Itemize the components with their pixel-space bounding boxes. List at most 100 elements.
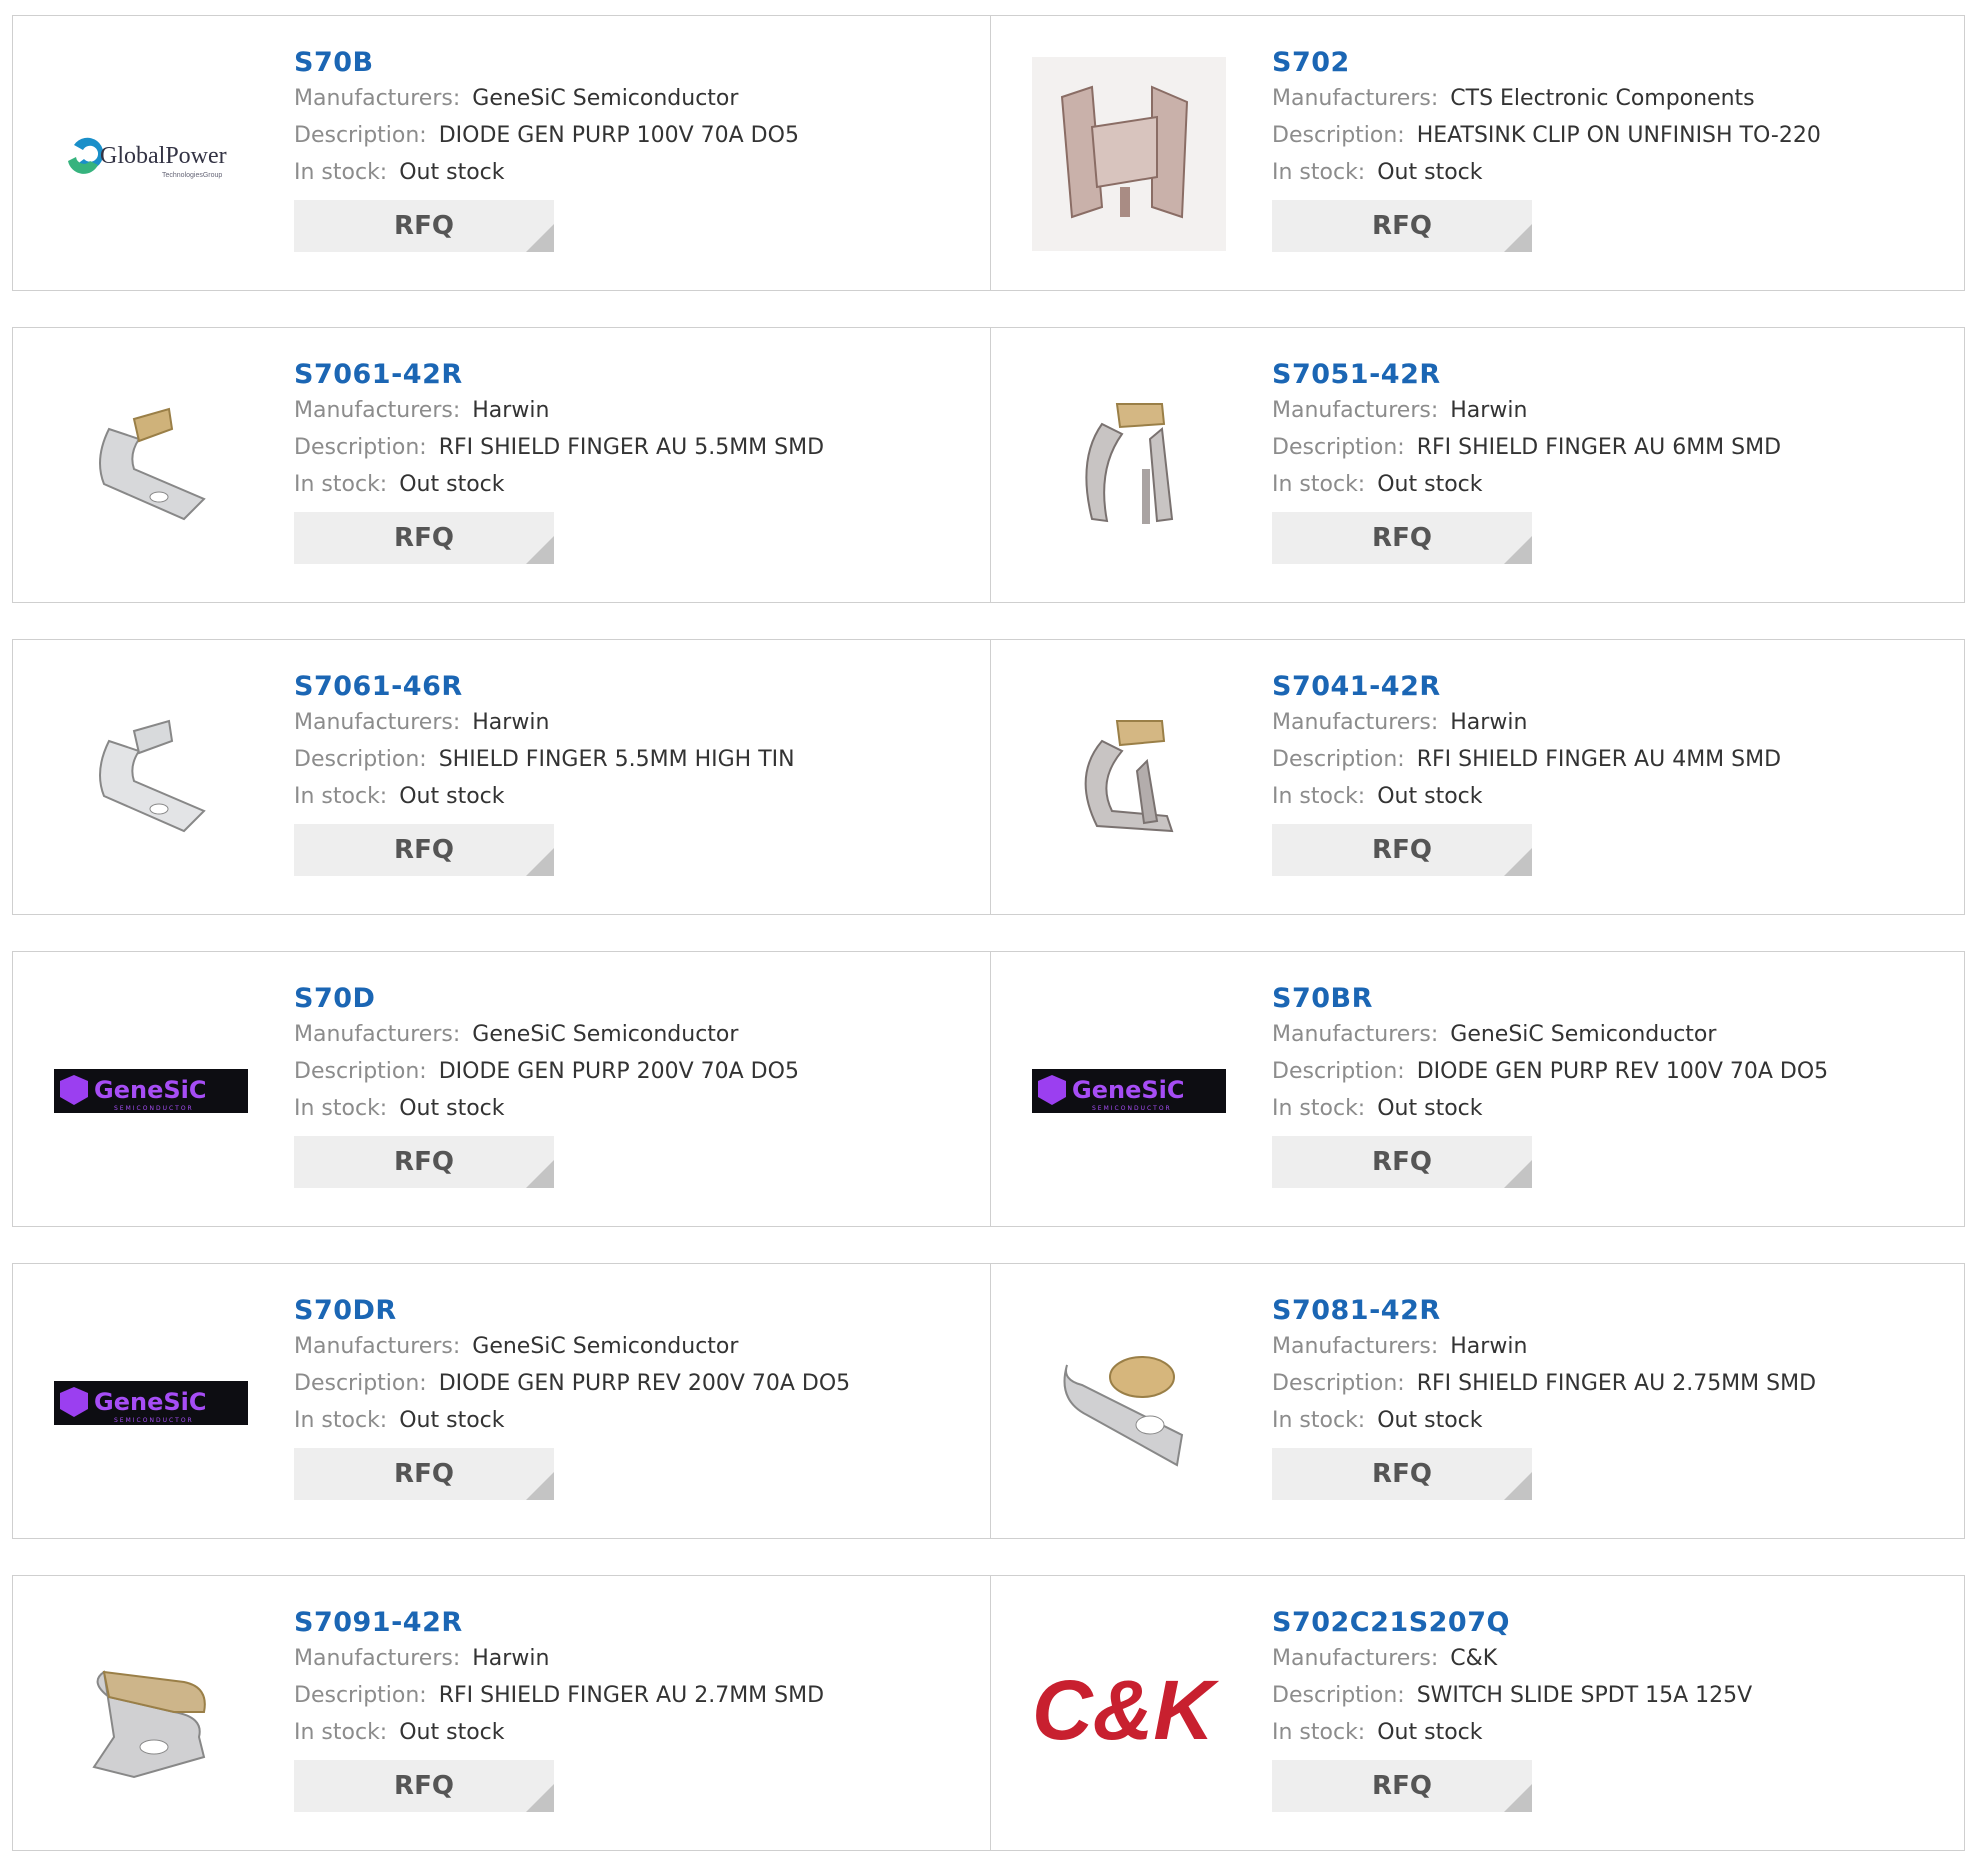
svg-text:GeneSiC: GeneSiC bbox=[94, 1076, 206, 1104]
svg-text:GeneSiC: GeneSiC bbox=[1072, 1076, 1184, 1104]
svg-text:TechnologiesGroup: TechnologiesGroup bbox=[162, 172, 222, 179]
product-card: S7091-42R Manufacturers: Harwin Descripti… bbox=[12, 1575, 991, 1851]
svg-text:SEMICONDUCTOR: SEMICONDUCTOR bbox=[114, 1417, 194, 1424]
description-field: Description: DIODE GEN PURP REV 100V 70A … bbox=[1272, 1059, 1829, 1084]
product-card: S702 Manufacturers: CTS Electronic Compon… bbox=[991, 15, 1965, 291]
description-field: Description: HEATSINK CLIP ON UNFINISH TO… bbox=[1272, 123, 1821, 148]
stock-field: In stock: Out stock bbox=[1272, 472, 1483, 497]
part-number-link[interactable]: S7041-42R bbox=[1272, 670, 1781, 704]
product-card: S7061-46R Manufacturers: Harwin Descripti… bbox=[12, 639, 991, 915]
svg-text:SEMICONDUCTOR: SEMICONDUCTOR bbox=[1092, 1105, 1172, 1112]
stock-field: In stock: Out stock bbox=[1272, 1408, 1483, 1433]
product-card: GeneSiC SEMICONDUCTOR S70DR Manufacturer… bbox=[12, 1263, 991, 1539]
rfq-button[interactable]: RFQ bbox=[1272, 200, 1532, 252]
product-card: GeneSiC SEMICONDUCTOR S70D Manufacturers… bbox=[12, 951, 991, 1227]
svg-text:GlobalPower: GlobalPower bbox=[100, 143, 227, 169]
rfq-button[interactable]: RFQ bbox=[1272, 1448, 1532, 1500]
manufacturer-field: Manufacturers: GeneSiC Semiconductor bbox=[294, 1022, 739, 1047]
stock-field: In stock: Out stock bbox=[1272, 1096, 1483, 1121]
product-card: S7041-42R Manufacturers: Harwin Descripti… bbox=[991, 639, 1965, 915]
svg-text:GeneSiC: GeneSiC bbox=[94, 1388, 206, 1416]
genesic-logo[interactable]: GeneSiC SEMICONDUCTOR bbox=[1032, 993, 1226, 1187]
shield-finger-photo[interactable] bbox=[1032, 681, 1226, 875]
stock-field: In stock: Out stock bbox=[294, 472, 505, 497]
shield-finger-photo[interactable] bbox=[54, 681, 248, 875]
description-field: Description: RFI SHIELD FINGER AU 2.75MM … bbox=[1272, 1371, 1817, 1396]
rfq-button[interactable]: RFQ bbox=[1272, 512, 1532, 564]
manufacturer-field: Manufacturers: GeneSiC Semiconductor bbox=[1272, 1022, 1717, 1047]
stock-field: In stock: Out stock bbox=[294, 1408, 505, 1433]
part-number-link[interactable]: S70DR bbox=[294, 1294, 850, 1328]
manufacturer-field: Manufacturers: Harwin bbox=[294, 1646, 550, 1671]
part-number-link[interactable]: S70BR bbox=[1272, 982, 1828, 1016]
rfq-button[interactable]: RFQ bbox=[294, 512, 554, 564]
genesic-logo[interactable]: GeneSiC SEMICONDUCTOR bbox=[54, 993, 248, 1187]
part-number-link[interactable]: S702C21S207Q bbox=[1272, 1606, 1752, 1640]
product-grid: GlobalPower TechnologiesGroup S70B Manuf… bbox=[12, 15, 1965, 1851]
part-number-link[interactable]: S70B bbox=[294, 46, 799, 80]
globalpower-logo[interactable]: GlobalPower TechnologiesGroup bbox=[54, 57, 248, 251]
shield-finger-photo[interactable] bbox=[54, 369, 248, 563]
manufacturer-field: Manufacturers: Harwin bbox=[294, 398, 550, 423]
manufacturer-field: Manufacturers: Harwin bbox=[1272, 1334, 1528, 1359]
part-number-link[interactable]: S7061-42R bbox=[294, 358, 824, 392]
part-number-link[interactable]: S7061-46R bbox=[294, 670, 795, 704]
rfq-button[interactable]: RFQ bbox=[294, 200, 554, 252]
stock-field: In stock: Out stock bbox=[1272, 784, 1483, 809]
manufacturer-field: Manufacturers: GeneSiC Semiconductor bbox=[294, 1334, 739, 1359]
stock-field: In stock: Out stock bbox=[294, 160, 505, 185]
product-card: S7051-42R Manufacturers: Harwin Descripti… bbox=[991, 327, 1965, 603]
part-number-link[interactable]: S70D bbox=[294, 982, 799, 1016]
stock-field: In stock: Out stock bbox=[294, 784, 505, 809]
shield-finger-photo[interactable] bbox=[54, 1617, 248, 1811]
product-card: GeneSiC SEMICONDUCTOR S70BR Manufacturer… bbox=[991, 951, 1965, 1227]
description-field: Description: DIODE GEN PURP REV 200V 70A … bbox=[294, 1371, 851, 1396]
description-field: Description: SHIELD FINGER 5.5MM HIGH TIN bbox=[294, 747, 795, 772]
manufacturer-field: Manufacturers: CTS Electronic Components bbox=[1272, 86, 1755, 111]
heatsink-clip-photo[interactable] bbox=[1032, 57, 1226, 251]
ck-logo[interactable]: C&K bbox=[1032, 1617, 1226, 1811]
stock-field: In stock: Out stock bbox=[294, 1096, 505, 1121]
stock-field: In stock: Out stock bbox=[294, 1720, 505, 1745]
part-number-link[interactable]: S7091-42R bbox=[294, 1606, 824, 1640]
part-number-link[interactable]: S7081-42R bbox=[1272, 1294, 1816, 1328]
product-row: S7061-42R Manufacturers: Harwin Descripti… bbox=[12, 327, 1965, 603]
product-card: S7061-42R Manufacturers: Harwin Descripti… bbox=[12, 327, 991, 603]
product-row: GeneSiC SEMICONDUCTOR S70D Manufacturers… bbox=[12, 951, 1965, 1227]
part-number-link[interactable]: S7051-42R bbox=[1272, 358, 1781, 392]
rfq-button[interactable]: RFQ bbox=[1272, 1760, 1532, 1812]
product-row: GeneSiC SEMICONDUCTOR S70DR Manufacturer… bbox=[12, 1263, 1965, 1539]
description-field: Description: DIODE GEN PURP 200V 70A DO5 bbox=[294, 1059, 799, 1084]
product-card: S7081-42R Manufacturers: Harwin Descripti… bbox=[991, 1263, 1965, 1539]
description-field: Description: RFI SHIELD FINGER AU 4MM SMD bbox=[1272, 747, 1782, 772]
shield-finger-photo[interactable] bbox=[1032, 1305, 1226, 1499]
svg-text:C&K: C&K bbox=[1032, 1663, 1219, 1757]
manufacturer-field: Manufacturers: C&K bbox=[1272, 1646, 1498, 1671]
rfq-button[interactable]: RFQ bbox=[1272, 1136, 1532, 1188]
description-field: Description: RFI SHIELD FINGER AU 2.7MM S… bbox=[294, 1683, 825, 1708]
stock-field: In stock: Out stock bbox=[1272, 1720, 1483, 1745]
manufacturer-field: Manufacturers: GeneSiC Semiconductor bbox=[294, 86, 739, 111]
manufacturer-field: Manufacturers: Harwin bbox=[294, 710, 550, 735]
shield-finger-photo[interactable] bbox=[1032, 369, 1226, 563]
product-card: C&K S702C21S207Q Manufacturers: C&K Descr… bbox=[991, 1575, 1965, 1851]
rfq-button[interactable]: RFQ bbox=[294, 824, 554, 876]
description-field: Description: DIODE GEN PURP 100V 70A DO5 bbox=[294, 123, 799, 148]
product-row: S7091-42R Manufacturers: Harwin Descripti… bbox=[12, 1575, 1965, 1851]
product-card: GlobalPower TechnologiesGroup S70B Manuf… bbox=[12, 15, 991, 291]
product-row: S7061-46R Manufacturers: Harwin Descripti… bbox=[12, 639, 1965, 915]
rfq-button[interactable]: RFQ bbox=[1272, 824, 1532, 876]
part-number-link[interactable]: S702 bbox=[1272, 46, 1821, 80]
genesic-logo[interactable]: GeneSiC SEMICONDUCTOR bbox=[54, 1305, 248, 1499]
svg-text:SEMICONDUCTOR: SEMICONDUCTOR bbox=[114, 1105, 194, 1112]
rfq-button[interactable]: RFQ bbox=[294, 1136, 554, 1188]
product-row: GlobalPower TechnologiesGroup S70B Manuf… bbox=[12, 15, 1965, 291]
description-field: Description: RFI SHIELD FINGER AU 6MM SMD bbox=[1272, 435, 1782, 460]
rfq-button[interactable]: RFQ bbox=[294, 1760, 554, 1812]
description-field: Description: SWITCH SLIDE SPDT 15A 125V bbox=[1272, 1683, 1753, 1708]
stock-field: In stock: Out stock bbox=[1272, 160, 1483, 185]
rfq-button[interactable]: RFQ bbox=[294, 1448, 554, 1500]
description-field: Description: RFI SHIELD FINGER AU 5.5MM S… bbox=[294, 435, 825, 460]
manufacturer-field: Manufacturers: Harwin bbox=[1272, 710, 1528, 735]
manufacturer-field: Manufacturers: Harwin bbox=[1272, 398, 1528, 423]
